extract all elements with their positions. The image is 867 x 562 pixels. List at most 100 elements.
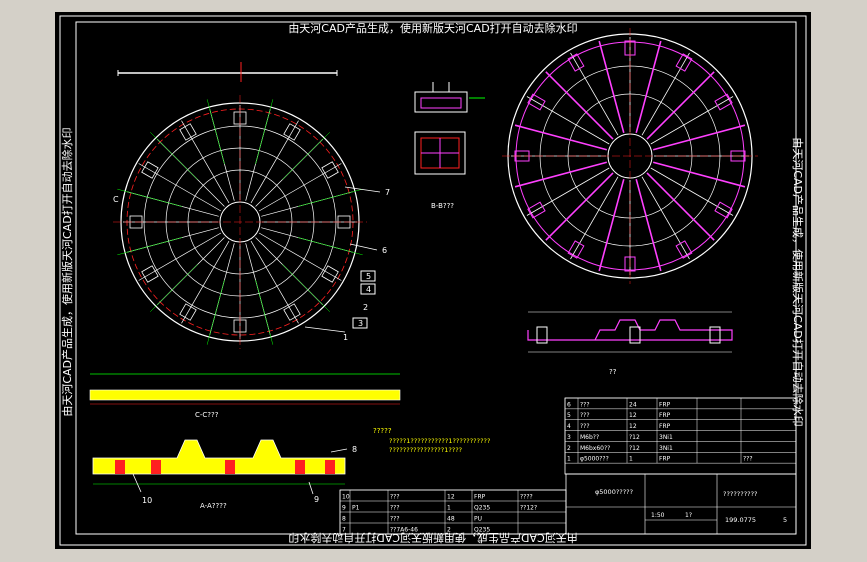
plan-spoke [258, 232, 342, 281]
bom-cell: 6 [567, 401, 571, 408]
detail-1-label: ?? [609, 368, 617, 376]
section-a-label: A-A???? [200, 502, 227, 510]
bom-cell: 1 [629, 456, 633, 463]
bom2-cell: 9 [342, 505, 346, 512]
bom-cell: 1 [567, 456, 571, 463]
watermark-left: 由天河CAD产品生成，使用新版天河CAD打开自动去除水印 [60, 127, 74, 416]
title-code: 199.0775 [725, 516, 756, 524]
title-block: φ5000????? ?????????? 199.0775 5 1:50 1? [565, 473, 797, 535]
bom-cell: FRP [659, 401, 671, 408]
rplan-spoke [652, 161, 746, 188]
bom2-cell: 2 [447, 527, 451, 534]
plan-spoke [181, 120, 230, 204]
bom-cell: FRP [659, 412, 671, 419]
bom2-cell: ??7A6-46 [390, 527, 418, 534]
section-b-label: B-B??? [431, 202, 454, 210]
rplan-spoke [598, 178, 625, 272]
notes: ????? ?????1???????????1??????????? ????… [373, 427, 490, 454]
plan-spoke [138, 163, 222, 212]
section-c-mark: C [113, 195, 119, 204]
bom-cell: M6bx60?? [580, 445, 610, 452]
bom2-cell: FRP [474, 494, 486, 501]
plan-dim-line [282, 132, 330, 180]
plan-spoke [250, 120, 299, 204]
title-scale: 1:50 [651, 512, 665, 519]
bom-cell: 24 [629, 401, 637, 408]
cad-drawing-canvas[interactable]: 由天河CAD产品生成，使用新版天河CAD打开自动去除水印 由天河CAD产品生成，… [55, 12, 811, 549]
rplan-spoke [514, 161, 608, 188]
leader-10: 10 [142, 496, 152, 505]
bom-cell: 5 [567, 412, 571, 419]
plan-spoke [181, 240, 230, 324]
plan-spoke [250, 240, 299, 324]
leader-4: 4 [366, 285, 371, 294]
plan-dim-line [150, 132, 198, 180]
bom2-cell: ??? [390, 505, 400, 512]
bom-cell: FRP [659, 456, 671, 463]
bom-table-bottom: 10??? 12 FRP ???? 9 P1??? 1 Q235 ??12? 8??? 48 PU 7?… [339, 489, 567, 535]
leader-5: 5 [366, 272, 371, 281]
bom2-cell: ??? [390, 516, 400, 523]
leader-9: 9 [314, 495, 319, 504]
bom2-cell: ??12? [520, 505, 537, 512]
rplan-spoke [652, 124, 746, 151]
bom2-cell: PU [474, 516, 482, 523]
rplan-spoke [598, 40, 625, 134]
rplan-spoke [635, 40, 662, 134]
watermark-top: 由天河CAD产品生成，使用新版天河CAD打开自动去除水印 [288, 21, 577, 35]
cad-drawing: 由天河CAD产品生成，使用新版天河CAD打开自动去除水印 由天河CAD产品生成，… [59, 15, 807, 546]
plan-spoke [258, 163, 342, 212]
bom-cell: 4 [567, 423, 571, 430]
leader-3: 3 [358, 319, 363, 328]
right-circular-plan [502, 28, 758, 284]
title-drawing-no: ?????????? [723, 490, 758, 498]
bom2-cell: 7 [342, 527, 346, 534]
bom-cell: 3Ni1 [659, 434, 673, 441]
bom2-cell: 10 [342, 494, 350, 501]
leader-7: 7 [385, 188, 390, 197]
bom2-cell: 8 [342, 516, 346, 523]
bom2-cell: Q235 [474, 527, 490, 534]
plan-dim-line [282, 264, 330, 312]
note-line-1: ?????1???????????1??????????? [389, 437, 490, 445]
bom-cell: 2 [567, 445, 571, 452]
bom-cell: 3 [567, 434, 571, 441]
bom-cell: 12 [629, 412, 637, 419]
title-name: φ5000????? [595, 488, 633, 496]
leader-1: 1 [343, 333, 348, 342]
leader-6: 6 [382, 246, 387, 255]
bom-cell: ??? [580, 412, 590, 419]
bom2-cell: 48 [447, 516, 455, 523]
title-qty: 1? [685, 512, 692, 519]
watermark-right: 由天河CAD产品生成，使用新版天河CAD打开自动去除水印 [791, 137, 805, 426]
watermark-bottom: 由天河CAD产品生成，使用新版天河CAD打开自动去除水印 [288, 531, 577, 545]
bom-cell: M6b?? [580, 434, 599, 441]
bom2-cell: Q235 [474, 505, 490, 512]
bom-cell: ?12 [629, 445, 640, 452]
rplan-spoke [635, 178, 662, 272]
bom-cell: 3Ni1 [659, 445, 673, 452]
plan-top-bar [117, 62, 338, 82]
plan-dim-line [150, 264, 198, 312]
bom-cell: 12 [629, 423, 637, 430]
bom-cell: ??? [743, 456, 753, 463]
bom-cell: FRP [659, 423, 671, 430]
bom2-cell: P1 [352, 505, 360, 512]
note-line-2: ????????????????1???? [389, 446, 462, 454]
leader-8: 8 [352, 445, 357, 454]
section-b-detail: B-B??? [414, 82, 485, 210]
leader-2: 2 [363, 303, 368, 312]
bom-cell: ??? [580, 401, 590, 408]
left-circular-plan [113, 95, 367, 349]
profile-detail: ?? [527, 311, 733, 376]
section-c-label: C-C??? [195, 411, 219, 419]
section-c-detail: C-C??? [89, 373, 401, 419]
note-heading: ????? [373, 427, 392, 435]
bom2-cell: ???? [520, 494, 533, 501]
bom-cell: ??? [580, 423, 590, 430]
bom2-cell: 1 [447, 505, 451, 512]
title-sheet: 5 [783, 516, 787, 524]
plan-spoke [138, 232, 222, 281]
rplan-spoke [514, 124, 608, 151]
bom2-cell: 12 [447, 494, 455, 501]
